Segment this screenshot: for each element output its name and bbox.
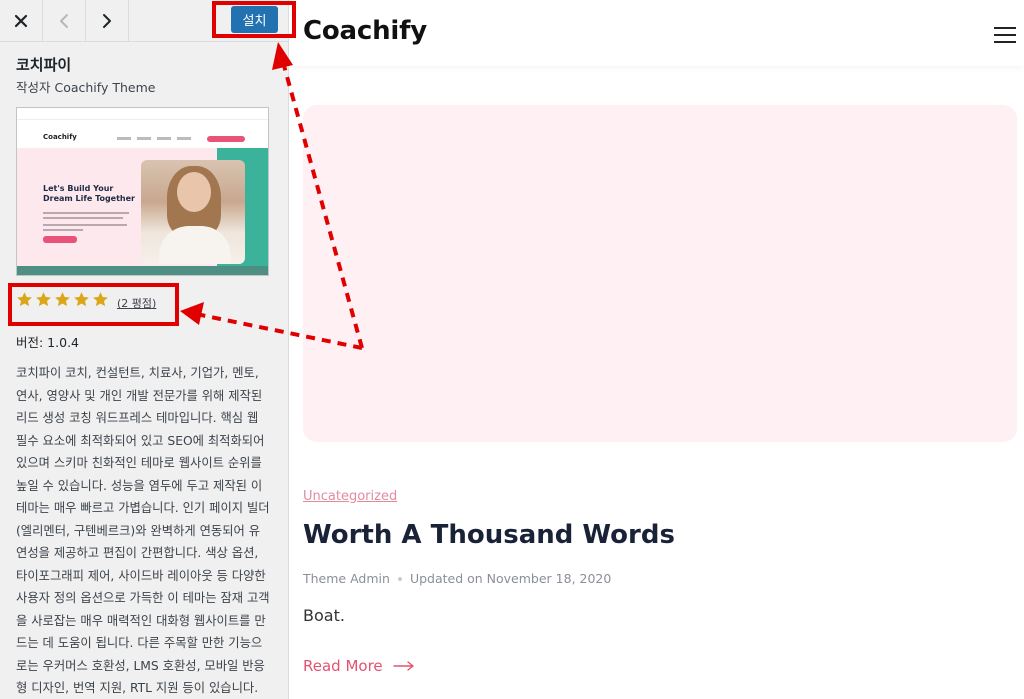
post-updated-date: Updated on November 18, 2020: [409, 571, 612, 586]
customizer-panel: 설치 코치파이 작성자 Coachify Theme Coachify Let'…: [0, 0, 289, 699]
site-preview: Coachify Uncategorized Worth A Thousand …: [290, 0, 1024, 699]
chevron-left-icon: [60, 13, 68, 28]
install-highlight-box: [212, 1, 296, 38]
rating-highlight-box: [8, 283, 179, 326]
previous-theme-button[interactable]: [43, 0, 86, 41]
screenshot-footer-band: [17, 266, 268, 275]
site-title[interactable]: Coachify: [303, 16, 427, 46]
screenshot-text-line: [43, 224, 127, 226]
close-button[interactable]: [0, 0, 43, 41]
theme-name: 코치파이: [16, 56, 72, 74]
post-excerpt: Boat.: [303, 606, 345, 625]
screenshot-text-line: [43, 212, 129, 214]
theme-author: 작성자 Coachify Theme: [16, 80, 156, 95]
screenshot-cta-button: [43, 236, 77, 243]
arrow-right-icon: [392, 661, 414, 671]
screenshot-text-line: [43, 229, 83, 231]
screenshot-nav-link: [177, 137, 191, 140]
theme-description: 코치파이 코치, 컨설턴트, 치료사, 기업가, 멘토, 연사, 영양사 및 개…: [16, 366, 270, 695]
post-meta: Theme Admin Updated on November 18, 2020: [303, 571, 611, 586]
screenshot-portrait-face: [177, 172, 211, 212]
post-author[interactable]: Theme Admin: [303, 571, 390, 586]
screenshot-nav-button: [207, 136, 245, 142]
post-title[interactable]: Worth A Thousand Words: [303, 520, 675, 550]
theme-version: 버전: 1.0.4: [16, 335, 79, 350]
screenshot-nav-link: [117, 137, 131, 140]
chevron-right-icon: [103, 13, 111, 28]
close-icon: [14, 14, 28, 27]
screenshot-nav-link: [157, 137, 171, 140]
read-more-label: Read More: [303, 657, 383, 675]
hamburger-menu-icon[interactable]: [994, 27, 1016, 43]
site-header: Coachify: [290, 0, 1024, 66]
screenshot-nav-link: [137, 137, 151, 140]
read-more-link[interactable]: Read More: [303, 657, 415, 675]
theme-screenshot: Coachify Let's Build Your Dream Life Tog…: [16, 107, 269, 276]
post-category[interactable]: Uncategorized: [303, 489, 397, 504]
screenshot-text-line: [43, 217, 123, 219]
screenshot-headline: Let's Build Your Dream Life Together: [43, 184, 135, 203]
featured-image-placeholder[interactable]: [303, 105, 1017, 442]
screenshot-logo: Coachify: [43, 133, 77, 141]
screenshot-topbar: [17, 108, 268, 120]
next-theme-button[interactable]: [86, 0, 129, 41]
meta-separator: [397, 576, 402, 581]
